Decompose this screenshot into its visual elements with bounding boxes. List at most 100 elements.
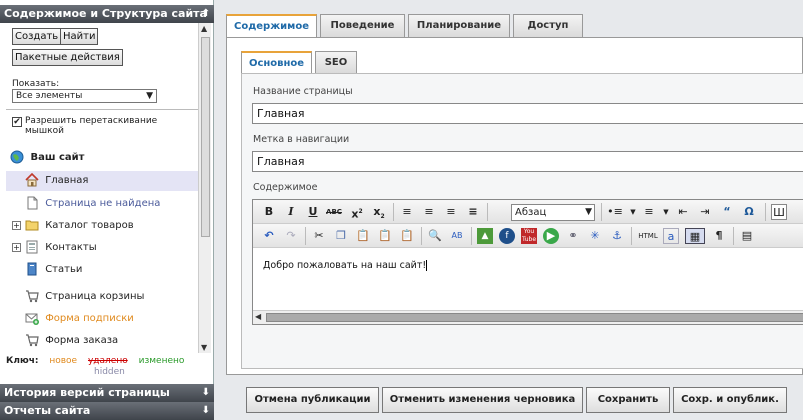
outdent-icon[interactable]: ⇤ — [675, 204, 691, 220]
tree-node-site[interactable]: Ваш сайт — [10, 148, 84, 168]
cut-icon[interactable]: ✂ — [311, 228, 327, 244]
tree-node-not-found[interactable]: Страница не найдена — [25, 194, 160, 214]
expand-chevron-icon[interactable]: ⬇ — [202, 384, 210, 402]
tree-node-label: Форма подписки — [45, 313, 134, 324]
anchor-icon[interactable]: ⚓ — [609, 228, 625, 244]
paste-icon[interactable]: 📋 — [355, 228, 371, 244]
toolbar-separator — [471, 227, 472, 245]
batch-actions-button[interactable]: Пакетные действия — [12, 49, 123, 66]
scrollbar-thumb[interactable] — [201, 37, 210, 237]
scroll-down-icon[interactable]: ▼ — [201, 343, 207, 352]
indent-icon[interactable]: ⇥ — [697, 204, 713, 220]
superscript-icon[interactable]: x2 — [349, 204, 365, 221]
tab-access[interactable]: Доступ — [513, 14, 583, 37]
save-publish-button[interactable]: Сохр. и опублик. — [673, 387, 787, 413]
spellcheck-icon[interactable]: a — [663, 228, 679, 244]
editor-content-text: Добро пожаловать на наш сайт! — [263, 260, 427, 271]
site-structure-header[interactable]: Содержимое и Структура сайта ⬆ — [0, 5, 214, 23]
editor-content-area[interactable]: Добро пожаловать на наш сайт! — [253, 249, 803, 313]
fullscreen-icon[interactable]: ▤ — [739, 228, 755, 244]
site-reports-title: Отчеты сайта — [4, 404, 91, 417]
undo-icon[interactable]: ↶ — [261, 228, 277, 244]
replace-icon[interactable]: AB — [449, 228, 465, 244]
special-char-icon[interactable]: Ω — [741, 204, 757, 220]
drag-drop-checkbox[interactable]: ✔ — [12, 117, 22, 127]
unlink-icon[interactable]: ✳ — [587, 228, 603, 244]
align-right-icon[interactable]: ≡ — [443, 204, 459, 220]
globe-icon — [10, 150, 24, 164]
blockquote-icon[interactable]: “ — [719, 204, 735, 220]
tree-scrollbar[interactable]: ▲ ▼ — [198, 23, 211, 353]
tab-seo[interactable]: SEO — [315, 51, 357, 73]
align-justify-icon[interactable]: ≡ — [465, 204, 481, 220]
site-reports-header[interactable]: Отчеты сайта ⬇ — [0, 402, 214, 420]
tree-node-label: Страница корзины — [45, 291, 145, 302]
save-button[interactable]: Сохранить — [586, 387, 670, 413]
expand-chevron-icon[interactable]: ⬇ — [202, 402, 210, 420]
tree-node-contacts[interactable]: + Контакты — [12, 238, 97, 258]
tree-node-cart-page[interactable]: Страница корзины — [25, 287, 144, 307]
insert-youtube-icon[interactable]: You Tube — [521, 228, 537, 244]
show-filter-select[interactable]: Все элементы ▼ — [12, 89, 157, 103]
scroll-up-icon[interactable]: ▲ — [201, 24, 207, 33]
tree-node-articles[interactable]: Статьи — [25, 260, 82, 280]
html-source-icon[interactable]: HTML — [637, 228, 659, 244]
paste-text-icon[interactable]: 📋 — [377, 228, 393, 244]
bullet-list-dropdown-icon[interactable]: ▼ — [625, 204, 641, 220]
site-structure-title: Содержимое и Структура сайта — [4, 7, 207, 20]
insert-image-icon[interactable]: ▲ — [477, 228, 493, 244]
page-history-header[interactable]: История версий страницы ⬇ — [0, 384, 214, 402]
folder-icon — [25, 220, 39, 231]
tree-node-catalog[interactable]: + Каталог товаров — [12, 216, 134, 236]
tree-node-order-form[interactable]: Форма заказа — [25, 331, 118, 351]
strikethrough-icon[interactable]: ABC — [326, 204, 342, 220]
numbered-list-dropdown-icon[interactable]: ▼ — [658, 204, 674, 220]
editor-horizontal-scrollbar[interactable]: ◀ — [253, 310, 803, 324]
block-format-select[interactable]: Абзац ▼ — [511, 204, 595, 221]
redo-icon[interactable]: ↷ — [283, 228, 299, 244]
italic-icon[interactable]: I — [283, 204, 299, 220]
nav-label-input[interactable]: Главная — [252, 151, 803, 172]
editor-toolbar-row-2: ↶ ↷ ✂ ❐ 📋 📋 📋 🔍 AB ▲ f You Tube ▶ ⚭ ✳ ⚓ … — [253, 224, 803, 248]
tab-content[interactable]: Содержимое — [226, 14, 317, 38]
tree-node-subscribe-form[interactable]: Форма подписки — [25, 309, 134, 329]
tree-node-home[interactable]: Главная — [6, 171, 198, 191]
bold-icon[interactable]: B — [261, 204, 277, 220]
show-label: Показать: — [12, 79, 60, 89]
align-left-icon[interactable]: ≡ — [399, 204, 415, 220]
toolbar-separator — [487, 203, 488, 221]
unpublish-button[interactable]: Отмена публикации — [246, 387, 379, 413]
expand-icon[interactable]: + — [12, 221, 21, 230]
tab-planning[interactable]: Планирование — [408, 14, 510, 37]
insert-flash-icon[interactable]: f — [499, 228, 515, 244]
insert-link-icon[interactable]: ⚭ — [565, 228, 581, 244]
bullet-list-icon[interactable]: •≡ — [607, 204, 623, 220]
collapse-icon[interactable]: ⬆ — [202, 5, 210, 23]
underline-icon[interactable]: U — [305, 204, 321, 220]
tree-node-label: Каталог товаров — [45, 220, 134, 231]
font-select-icon[interactable]: Ш — [771, 204, 787, 220]
copy-icon[interactable]: ❐ — [333, 228, 349, 244]
numbered-list-icon[interactable]: ≡ — [641, 204, 657, 220]
page-name-input[interactable]: Главная — [252, 103, 803, 124]
insert-table-icon[interactable]: ▦ — [685, 228, 705, 244]
find-button[interactable]: Найти — [60, 28, 99, 45]
show-blocks-icon[interactable]: ¶ — [711, 228, 727, 244]
dropdown-arrow-icon: ▼ — [146, 91, 153, 101]
tab-behavior[interactable]: Поведение — [320, 14, 405, 37]
legend-hidden: hidden — [94, 367, 125, 377]
insert-media-icon[interactable]: ▶ — [543, 228, 559, 244]
tree-node-label: Контакты — [45, 242, 97, 253]
subscript-icon[interactable]: x2 — [371, 204, 387, 220]
scroll-left-icon[interactable]: ◀ — [255, 312, 261, 321]
discard-draft-button[interactable]: Отменить изменения черновика — [382, 387, 583, 413]
articles-icon — [27, 262, 37, 276]
scrollbar-thumb[interactable] — [266, 313, 803, 322]
paste-word-icon[interactable]: 📋 — [399, 228, 415, 244]
align-center-icon[interactable]: ≡ — [421, 204, 437, 220]
expand-icon[interactable]: + — [12, 243, 21, 252]
find-icon[interactable]: 🔍 — [427, 228, 443, 244]
create-button[interactable]: Создать — [12, 28, 62, 45]
tab-basic[interactable]: Основное — [241, 51, 312, 73]
rich-text-editor: B I U ABC x2 x2 ≡ ≡ ≡ ≡ Абзац ▼ •≡ ▼ ≡ ▼… — [252, 199, 803, 325]
